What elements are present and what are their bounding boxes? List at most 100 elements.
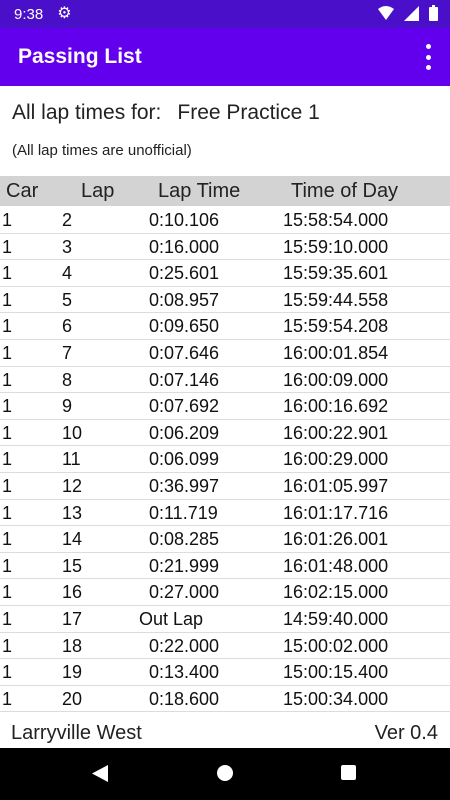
cell-time-of-day: 16:01:26.001 [283, 529, 389, 550]
column-lap: Lap [81, 180, 115, 202]
cell-car: 1 [2, 396, 13, 417]
cell-lap-time: Out Lap [139, 609, 204, 629]
column-time-of-day: Time of Day [291, 180, 399, 202]
cell-car: 1 [2, 582, 13, 603]
table-row: 1 17 Out Lap 14:59:40.000 [0, 605, 450, 633]
cell-lap: 12 [62, 476, 83, 496]
cell-time-of-day: 16:01:17.716 [283, 502, 389, 523]
app-bar: Passing List [0, 28, 450, 86]
cell-car: 1 [2, 263, 13, 284]
cell-lap-time: 0:36.997 [149, 476, 220, 496]
lap-list[interactable]: 1 2 0:10.106 15:58:54.000 1 3 0:16.000 15:59:10… [0, 206, 450, 718]
cell-time-of-day: 15:00:34.000 [283, 688, 389, 709]
table-row: 1 10 0:06.209 16:00:22.901 [0, 419, 450, 447]
cell-lap: 19 [62, 662, 83, 683]
cell-car: 1 [2, 635, 13, 656]
status-time: 9:38 [14, 5, 44, 23]
cell-car: 1 [2, 688, 13, 709]
cell-time-of-day: 16:02:15.000 [283, 582, 389, 603]
cell-lap: 4 [62, 263, 73, 284]
cell-lap: 18 [62, 635, 83, 656]
table-row: 1 3 0:16.000 15:59:10.000 [0, 233, 450, 261]
cell-car: 1 [2, 289, 13, 310]
cell-lap-time: 0:10.106 [149, 210, 220, 230]
cell-car: 1 [2, 422, 13, 443]
cell-time-of-day: 16:00:01.854 [283, 343, 389, 363]
cell-lap: 14 [62, 529, 83, 550]
cell-car: 1 [2, 476, 13, 496]
column-lap-time: Lap Time [158, 180, 241, 202]
app-version: Ver 0.4 [374, 722, 438, 744]
cell-lap: 10 [62, 422, 83, 443]
navigation-bar [0, 748, 450, 800]
cell-lap-time: 0:06.099 [149, 449, 220, 470]
cell-lap-time: 0:21.999 [149, 555, 220, 576]
cell-lap: 6 [62, 316, 73, 337]
cell-lap-time: 0:16.000 [149, 236, 220, 257]
cell-lap: 9 [62, 396, 73, 417]
cell-lap: 8 [62, 369, 73, 390]
cell-car: 1 [2, 449, 13, 470]
cell-time-of-day: 16:00:22.901 [283, 422, 389, 443]
cell-lap: 7 [62, 343, 73, 363]
cell-lap-time: 0:09.650 [149, 316, 220, 337]
cell-lap-time: 0:07.146 [149, 369, 220, 390]
cell-lap: 2 [62, 210, 73, 230]
recents-icon[interactable] [341, 765, 356, 780]
cell-car: 1 [2, 343, 13, 363]
cell-time-of-day: 15:59:10.000 [283, 236, 389, 257]
table-row: 1 6 0:09.650 15:59:54.208 [0, 312, 450, 340]
wifi-icon [378, 6, 394, 20]
column-car: Car [6, 180, 39, 202]
table-row: 1 4 0:25.601 15:59:35.601 [0, 259, 450, 287]
cell-time-of-day: 15:59:35.601 [283, 263, 389, 284]
cell-time-of-day: 16:01:05.997 [283, 476, 389, 496]
cell-lap-time: 0:08.285 [149, 529, 220, 550]
table-row: 1 13 0:11.719 16:01:17.716 [0, 499, 450, 527]
cell-time-of-day: 15:59:54.208 [283, 316, 389, 337]
table-row: 1 9 0:07.692 16:00:16.692 [0, 392, 450, 420]
cell-time-of-day: 15:59:44.558 [283, 289, 389, 310]
cell-lap: 11 [62, 449, 81, 470]
cell-lap: 17 [62, 609, 83, 629]
table-row: 1 18 0:22.000 15:00:02.000 [0, 632, 450, 660]
cell-lap-time: 0:13.400 [149, 662, 220, 683]
session-name: Free Practice 1 [177, 101, 320, 124]
cell-lap: 3 [62, 236, 73, 257]
cell-car: 1 [2, 555, 13, 576]
table-row: 1 19 0:13.400 15:00:15.400 [0, 658, 450, 686]
table-row: 1 11 0:06.099 16:00:29.000 [0, 445, 450, 473]
cell-lap: 20 [62, 688, 83, 709]
cell-time-of-day: 16:00:16.692 [283, 396, 389, 417]
cell-car: 1 [2, 502, 13, 523]
cell-lap: 5 [62, 289, 73, 310]
home-icon[interactable] [217, 765, 233, 781]
cell-car: 1 [2, 210, 13, 230]
cell-time-of-day: 15:00:02.000 [283, 635, 389, 656]
battery-icon [429, 5, 438, 21]
cell-lap-time: 0:25.601 [149, 263, 220, 284]
heading-label: All lap times for: [12, 101, 162, 124]
table-row: 1 12 0:36.997 16:01:05.997 [0, 472, 450, 500]
overflow-menu-icon[interactable] [420, 44, 436, 70]
cell-lap-time: 0:07.692 [149, 396, 220, 417]
cell-lap: 16 [62, 582, 83, 603]
cell-car: 1 [2, 609, 13, 629]
cell-lap-time: 0:27.000 [149, 582, 220, 603]
cell-time-of-day: 15:00:15.400 [283, 662, 389, 683]
track-name: Larryville West [11, 722, 142, 744]
cell-time-of-day: 16:00:29.000 [283, 449, 389, 470]
cell-lap-time: 0:11.719 [149, 502, 218, 523]
cell-lap: 15 [62, 555, 83, 576]
table-row: 1 8 0:07.146 16:00:09.000 [0, 366, 450, 394]
table-row: 1 16 0:27.000 16:02:15.000 [0, 578, 450, 606]
table-row: 1 20 0:18.600 15:00:34.000 [0, 685, 450, 713]
back-icon[interactable] [92, 765, 108, 782]
status-bar: 9:38 ⚙ [0, 0, 450, 28]
session-heading: All lap times for: Free Practice 1 [12, 101, 320, 125]
cell-car: 1 [2, 369, 13, 390]
cell-lap-time: 0:08.957 [149, 289, 220, 310]
cell-lap-time: 0:06.209 [149, 422, 220, 443]
table-row: 1 5 0:08.957 15:59:44.558 [0, 286, 450, 314]
signal-icon [404, 5, 419, 21]
